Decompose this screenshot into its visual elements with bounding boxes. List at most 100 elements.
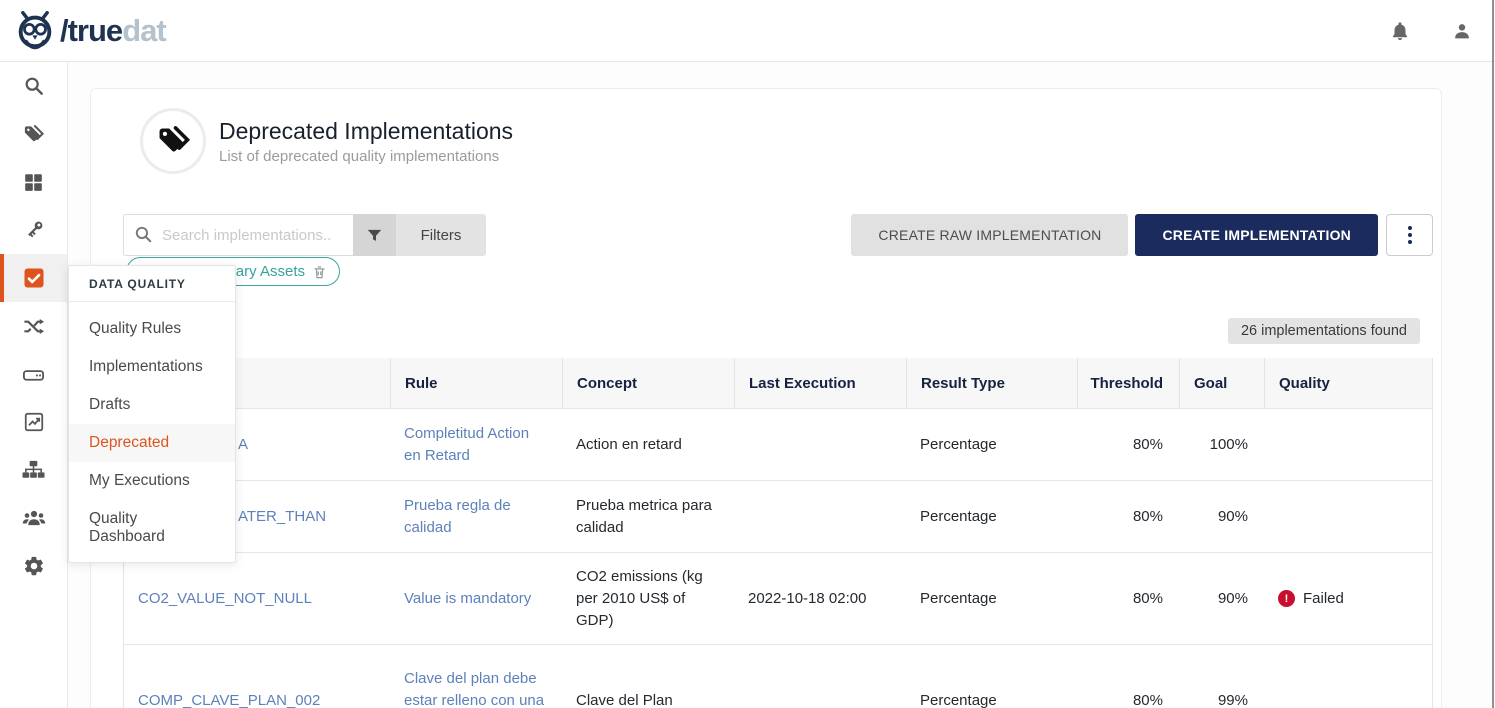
concept-cell: Prueba metrica para calidad	[562, 481, 734, 552]
rule-cell: Prueba regla de calidad	[390, 481, 562, 552]
threshold-cell: 80%	[1077, 645, 1179, 708]
menu-item-my-executions[interactable]: My Executions	[69, 462, 235, 500]
rule-link[interactable]: Completitud Action en Retard	[404, 423, 548, 467]
rule-link[interactable]: Clave del plan debe estar relleno con un…	[404, 668, 548, 708]
menu-item-quality-dashboard[interactable]: Quality Dashboard	[69, 500, 235, 556]
implementations-table: RuleConceptLast ExecutionResult TypeThre…	[123, 358, 1433, 708]
grid-icon	[23, 172, 44, 193]
result-type-cell: Percentage	[906, 409, 1077, 480]
table-row: ATER_THANPrueba regla de calidadPrueba m…	[124, 481, 1432, 553]
sidebar-item-structures[interactable]	[0, 446, 67, 494]
tags-icon	[22, 123, 45, 146]
sidebar-item-dashboards[interactable]	[0, 398, 67, 446]
gear-icon	[23, 555, 45, 577]
implementation-cell: CO2_VALUE_NOT_NULL	[124, 553, 390, 644]
sidebar-item-access[interactable]	[0, 206, 67, 254]
menu-item-quality-rules[interactable]: Quality Rules	[69, 310, 235, 348]
more-actions-kebab-button[interactable]	[1386, 214, 1433, 256]
last-execution-cell	[734, 645, 906, 708]
sidebar-item-lineage[interactable]	[0, 302, 67, 350]
rule-link[interactable]: Prueba regla de calidad	[404, 495, 548, 539]
rule-cell: Value is mandatory	[390, 553, 562, 644]
sidebar-item-search[interactable]	[0, 62, 67, 110]
page-title: Deprecated Implementations	[219, 118, 513, 145]
truedat-logo[interactable]: /truedat	[14, 11, 166, 51]
sidebar-item-data-sources[interactable]	[0, 350, 67, 398]
create-implementation-button[interactable]: CREATE IMPLEMENTATION	[1135, 214, 1378, 256]
search-icon	[134, 225, 153, 244]
goal-cell: 100%	[1179, 409, 1264, 480]
rule-link[interactable]: Value is mandatory	[404, 588, 531, 610]
user-account-icon[interactable]	[1451, 20, 1473, 42]
quality-cell	[1264, 645, 1432, 708]
chart-line-icon	[23, 411, 45, 433]
column-header-last-execution[interactable]: Last Execution	[734, 358, 906, 408]
sitemap-icon	[22, 459, 45, 482]
implementation-link[interactable]: CO2_VALUE_NOT_NULL	[138, 588, 312, 610]
result-type-cell: Percentage	[906, 481, 1077, 552]
last-execution-cell	[734, 409, 906, 480]
quality-status-text: Failed	[1303, 588, 1344, 610]
filters-button[interactable]: Filters	[396, 214, 486, 256]
search-implementations-input[interactable]	[123, 214, 353, 256]
flyout-menu-items: Quality RulesImplementationsDraftsDeprec…	[69, 302, 235, 556]
results-count-badge: 26 implementations found	[1228, 318, 1420, 344]
column-header-concept[interactable]: Concept	[562, 358, 734, 408]
sidebar-item-catalog[interactable]	[0, 158, 67, 206]
column-header-threshold[interactable]: Threshold	[1077, 358, 1179, 408]
users-icon	[22, 506, 46, 530]
data-quality-flyout-menu: DATA QUALITY Quality RulesImplementation…	[68, 265, 236, 563]
implementation-cell: COMP_CLAVE_PLAN_002	[124, 645, 390, 708]
failed-status-icon: !	[1278, 590, 1295, 607]
page-header: Deprecated Implementations List of depre…	[140, 101, 1433, 181]
top-bar: /truedat	[0, 0, 1495, 62]
quality-cell: ! Failed	[1264, 553, 1432, 644]
column-header-quality[interactable]: Quality	[1264, 358, 1432, 408]
main-content: Deprecated Implementations List of depre…	[68, 62, 1495, 708]
goal-cell: 90%	[1179, 553, 1264, 644]
sidebar-item-settings[interactable]	[0, 542, 67, 590]
trash-icon[interactable]	[312, 264, 327, 280]
goal-cell: 99%	[1179, 645, 1264, 708]
drive-icon	[22, 363, 45, 386]
column-header-result-type[interactable]: Result Type	[906, 358, 1077, 408]
threshold-cell: 80%	[1077, 553, 1179, 644]
concept-cell: Clave del Plan	[562, 645, 734, 708]
sidebar-item-data-quality[interactable]	[0, 254, 67, 302]
goal-cell: 90%	[1179, 481, 1264, 552]
column-header-goal[interactable]: Goal	[1179, 358, 1264, 408]
concept-cell: Action en retard	[562, 409, 734, 480]
create-raw-implementation-button[interactable]: CREATE RAW IMPLEMENTATION	[851, 214, 1128, 256]
sidebar-item-users[interactable]	[0, 494, 67, 542]
result-type-cell: Percentage	[906, 553, 1077, 644]
quality-cell	[1264, 481, 1432, 552]
implementation-link[interactable]: COMP_CLAVE_PLAN_002	[138, 690, 320, 708]
table-header-row: RuleConceptLast ExecutionResult TypeThre…	[124, 358, 1432, 409]
search-icon	[23, 75, 45, 97]
filter-funnel-button[interactable]	[353, 214, 396, 256]
menu-item-deprecated[interactable]: Deprecated	[69, 424, 235, 462]
page-scrollbar-thumb[interactable]	[1492, 0, 1494, 708]
left-sidebar	[0, 62, 68, 708]
deprecated-implementations-card: Deprecated Implementations List of depre…	[90, 88, 1442, 708]
table-row: CO2_VALUE_NOT_NULLValue is mandatoryCO2 …	[124, 553, 1432, 645]
shuffle-icon	[22, 315, 45, 338]
rule-cell: Clave del plan debe estar relleno con un…	[390, 645, 562, 708]
check-square-icon	[22, 266, 46, 290]
flyout-menu-title: DATA QUALITY	[69, 266, 235, 302]
threshold-cell: 80%	[1077, 409, 1179, 480]
funnel-icon	[366, 227, 383, 244]
rule-cell: Completitud Action en Retard	[390, 409, 562, 480]
column-header-rule[interactable]: Rule	[390, 358, 562, 408]
key-icon	[23, 219, 45, 241]
result-type-cell: Percentage	[906, 645, 1077, 708]
menu-item-drafts[interactable]: Drafts	[69, 386, 235, 424]
last-execution-cell	[734, 481, 906, 552]
notifications-bell-icon[interactable]	[1389, 20, 1411, 42]
logo-text: /truedat	[60, 13, 166, 49]
last-execution-cell: 2022-10-18 02:00	[734, 553, 906, 644]
sidebar-item-glossary[interactable]	[0, 110, 67, 158]
toolbar: Filters CREATE RAW IMPLEMENTATION CREATE…	[123, 214, 1433, 256]
menu-item-implementations[interactable]: Implementations	[69, 348, 235, 386]
page-subtitle: List of deprecated quality implementatio…	[219, 148, 513, 165]
